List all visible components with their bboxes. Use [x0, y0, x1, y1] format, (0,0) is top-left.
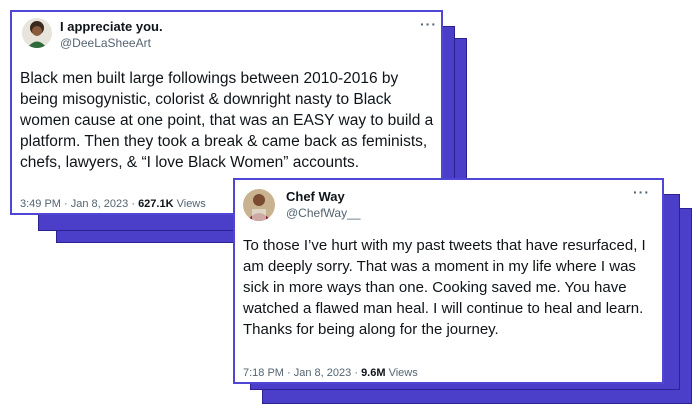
more-icon[interactable]: ··· — [420, 16, 437, 32]
tweet2-text: To those I’ve hurt with my past tweets t… — [243, 237, 646, 338]
tweet1-views-count: 627.1K — [138, 198, 174, 210]
tweet1-avatar[interactable] — [22, 18, 52, 48]
separator-dot: · — [287, 367, 291, 379]
tweet1-views-label: Views — [176, 198, 206, 210]
tweet2-views-count: 9.6M — [361, 367, 386, 379]
tweet2-display-name[interactable]: Chef Way — [286, 189, 345, 204]
separator-dot: · — [354, 367, 358, 379]
tweet1-time[interactable]: 3:49 PM — [20, 198, 61, 210]
tweet1-text: Black men built large followings between… — [20, 70, 434, 171]
tweet2-avatar[interactable] — [243, 189, 275, 221]
tweet2-date[interactable]: Jan 8, 2023 — [294, 367, 352, 379]
tweet2-time[interactable]: 7:18 PM — [243, 367, 284, 379]
tweet1-meta: 3:49 PM · Jan 8, 2023 · 627.1K Views — [20, 198, 206, 210]
tweet2-views-label: Views — [388, 367, 418, 379]
tweet1-handle[interactable]: @DeeLaSheeArt — [60, 36, 151, 50]
tweet1-date[interactable]: Jan 8, 2023 — [71, 198, 129, 210]
separator-dot: · — [131, 198, 135, 210]
tweet1-display-name[interactable]: I appreciate you. — [60, 19, 163, 34]
separator-dot: · — [64, 198, 68, 210]
tweet2-meta: 7:18 PM · Jan 8, 2023 · 9.6M Views — [243, 367, 418, 379]
tweet2-handle[interactable]: @ChefWay__ — [286, 206, 360, 220]
more-icon[interactable]: ··· — [633, 184, 650, 200]
tweet2-card[interactable]: Chef Way @ChefWay__ ··· To those I’ve hu… — [233, 178, 664, 384]
